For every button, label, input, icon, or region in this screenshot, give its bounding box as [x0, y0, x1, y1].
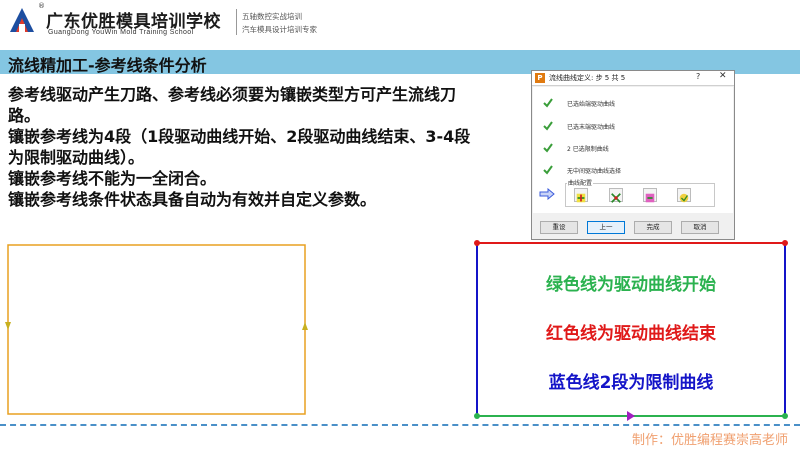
legend-green-text: 绿色线为驱动曲线开始 [546, 275, 716, 295]
footer-divider [0, 424, 800, 426]
direction-arrow-icon [302, 322, 308, 330]
closed-reference-shape [5, 244, 308, 415]
direction-arrow-icon [5, 322, 11, 330]
legend-blue-text: 蓝色线2段为限制曲线 [548, 373, 714, 393]
start-direction-arrow-icon [627, 411, 635, 421]
footer-credit: 制作：优胜编程赛崇高老师 [631, 433, 788, 448]
legend-red-text: 红色线为驱动曲线结束 [546, 324, 716, 344]
